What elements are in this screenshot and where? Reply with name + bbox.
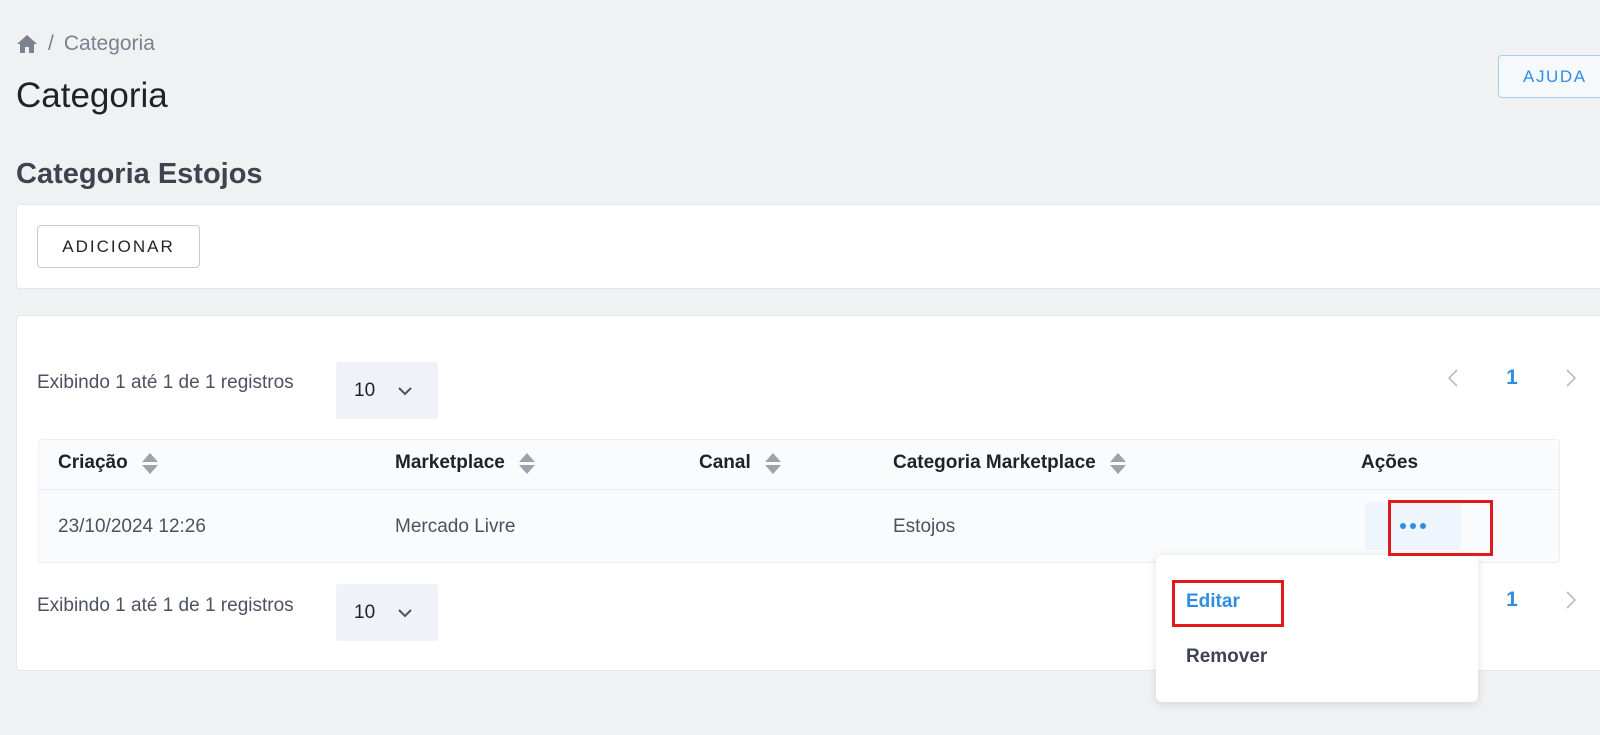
page-number[interactable]: 1 [1468, 366, 1556, 390]
sort-icon[interactable] [1109, 452, 1126, 474]
data-table: Criação Marketplace Canal Categoria Mark… [38, 439, 1560, 563]
chevron-down-icon [397, 380, 413, 402]
column-header-criacao[interactable]: Criação [58, 452, 158, 474]
chevron-left-icon[interactable] [1438, 363, 1468, 393]
cell-criacao: 23/10/2024 12:26 [58, 516, 206, 537]
sort-icon[interactable] [764, 452, 781, 474]
section-title: Categoria Estojos [16, 158, 263, 190]
home-icon[interactable] [16, 34, 38, 54]
more-actions-button[interactable] [1365, 502, 1461, 550]
page-size-value: 10 [354, 601, 376, 623]
chevron-down-icon [397, 602, 413, 624]
records-info-top: Exibindo 1 até 1 de 1 registros [37, 372, 294, 393]
breadcrumb-separator: / [48, 32, 54, 55]
chevron-right-icon[interactable] [1556, 363, 1586, 393]
sort-icon[interactable] [141, 452, 158, 474]
breadcrumb: / Categoria [16, 32, 155, 56]
page-size-select-top[interactable]: 10 [336, 362, 438, 419]
help-button[interactable]: AJUDA [1498, 55, 1600, 98]
chevron-right-icon[interactable] [1556, 585, 1586, 615]
remove-menu-item[interactable]: Remover [1186, 646, 1267, 668]
edit-menu-item[interactable]: Editar [1186, 591, 1240, 613]
column-header-canal[interactable]: Canal [699, 452, 781, 474]
page-size-value: 10 [354, 379, 376, 401]
page-size-select-bottom[interactable]: 10 [336, 584, 438, 641]
cell-marketplace: Mercado Livre [395, 516, 516, 537]
column-header-categoria-marketplace[interactable]: Categoria Marketplace [893, 452, 1126, 474]
column-header-marketplace[interactable]: Marketplace [395, 452, 535, 474]
ellipsis-icon [1400, 523, 1426, 529]
page-number[interactable]: 1 [1468, 588, 1556, 612]
actions-dropdown: Editar Remover [1156, 555, 1478, 702]
breadcrumb-current[interactable]: Categoria [64, 32, 155, 56]
column-header-acoes: Ações [1361, 452, 1419, 473]
pagination-top: 1 [1438, 363, 1586, 393]
table-header: Criação Marketplace Canal Categoria Mark… [39, 440, 1559, 490]
sort-icon[interactable] [518, 452, 535, 474]
page-title: Categoria [16, 76, 168, 115]
toolbar-card: ADICIONAR [16, 204, 1600, 289]
add-button[interactable]: ADICIONAR [37, 225, 200, 268]
cell-categoria-marketplace: Estojos [893, 516, 956, 537]
records-info-bottom: Exibindo 1 até 1 de 1 registros [37, 595, 294, 616]
